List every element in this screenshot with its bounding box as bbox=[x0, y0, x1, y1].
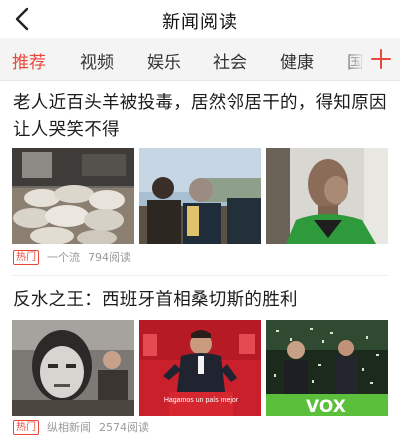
plus-icon bbox=[371, 49, 391, 69]
article-thumbnails bbox=[12, 148, 388, 244]
vox-banner-text: VOX bbox=[306, 397, 346, 416]
page-title: 新闻阅读 bbox=[162, 12, 238, 33]
news-item[interactable]: 反水之王：西班牙首相桑切斯的胜利 Hagamos un país mejor V… bbox=[0, 284, 400, 443]
category-tab-bar: 推荐 视频 娱乐 社会 健康 国 bbox=[0, 38, 400, 81]
article-meta: 热门 纵相新闻 2574阅读 bbox=[13, 419, 149, 435]
tab-video[interactable]: 视频 bbox=[80, 48, 114, 73]
man-green-vest-blurred-photo[interactable] bbox=[266, 148, 388, 244]
article-meta: 热门 一个流 794阅读 bbox=[13, 249, 131, 265]
hot-badge: 热门 bbox=[13, 419, 39, 435]
add-channel-button[interactable] bbox=[362, 38, 400, 80]
hot-badge: 热门 bbox=[13, 249, 39, 265]
article-thumbnails: Hagamos un país mejor VOX bbox=[12, 320, 388, 416]
sanchez-mural-photo[interactable] bbox=[12, 320, 134, 416]
article-read-count: 2574阅读 bbox=[99, 421, 149, 434]
tab-health[interactable]: 健康 bbox=[280, 48, 314, 73]
article-source: 一个流 bbox=[47, 251, 80, 264]
item-divider bbox=[12, 275, 388, 276]
men-outdoors-blurred-photo[interactable] bbox=[139, 148, 261, 244]
article-headline[interactable]: 反水之王：西班牙首相桑切斯的胜利 bbox=[13, 287, 390, 314]
podium-banner-text: Hagamos un país mejor bbox=[164, 397, 239, 404]
top-bar: 新闻阅读 bbox=[0, 0, 400, 38]
tab-entertainment[interactable]: 娱乐 bbox=[147, 48, 181, 73]
tab-recommended[interactable]: 推荐 bbox=[12, 48, 46, 73]
news-item[interactable]: 老人近百头羊被投毒，居然邻居干的，得知原因让人哭笑不得 热门 一个流 794阅读 bbox=[0, 82, 400, 276]
sheep-barn-photo[interactable] bbox=[12, 148, 134, 244]
tab-society[interactable]: 社会 bbox=[213, 48, 247, 73]
vox-rally-confetti-photo[interactable]: VOX bbox=[266, 320, 388, 416]
sanchez-podium-photo[interactable]: Hagamos un país mejor bbox=[139, 320, 261, 416]
article-source: 纵相新闻 bbox=[47, 421, 91, 434]
article-headline[interactable]: 老人近百头羊被投毒，居然邻居干的，得知原因让人哭笑不得 bbox=[13, 90, 390, 144]
article-read-count: 794阅读 bbox=[88, 251, 131, 264]
